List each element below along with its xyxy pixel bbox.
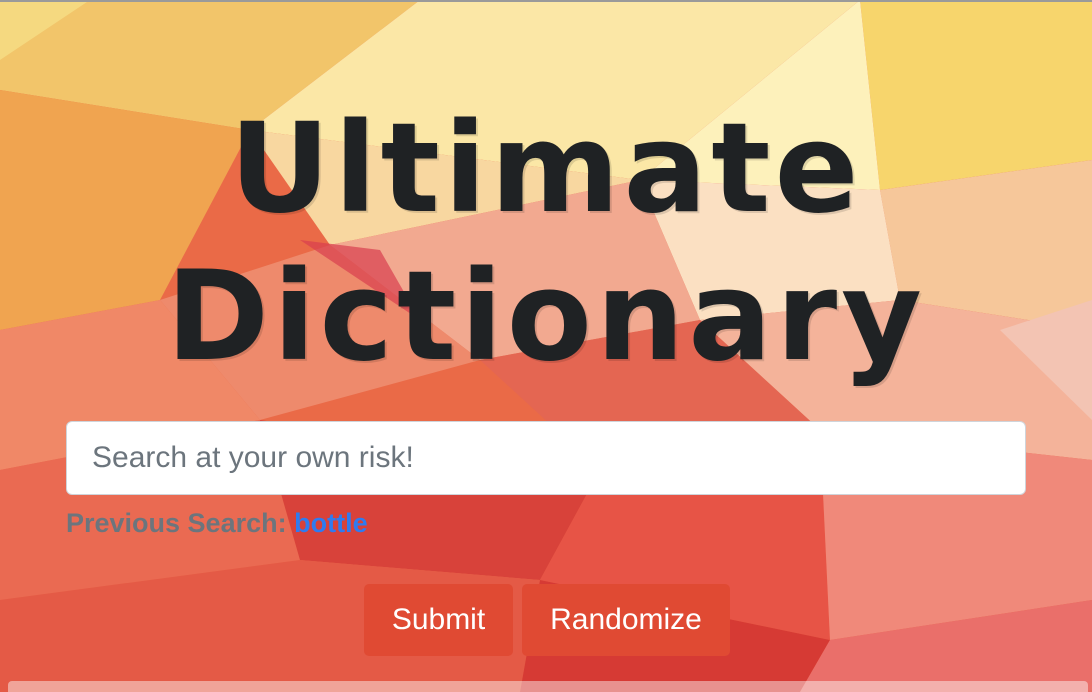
- title-line-2: Dictionary: [166, 245, 926, 389]
- page-title: Ultimate Dictionary: [0, 95, 1092, 391]
- submit-button[interactable]: Submit: [364, 584, 513, 656]
- previous-search: Previous Search: bottle: [66, 508, 368, 539]
- previous-search-term-link[interactable]: bottle: [294, 508, 368, 538]
- results-panel-edge: [8, 681, 1088, 692]
- search-input[interactable]: [66, 421, 1026, 495]
- title-line-1: Ultimate: [229, 97, 863, 241]
- randomize-button[interactable]: Randomize: [522, 584, 730, 656]
- previous-search-label: Previous Search:: [66, 508, 295, 538]
- window-top-border: [0, 0, 1092, 2]
